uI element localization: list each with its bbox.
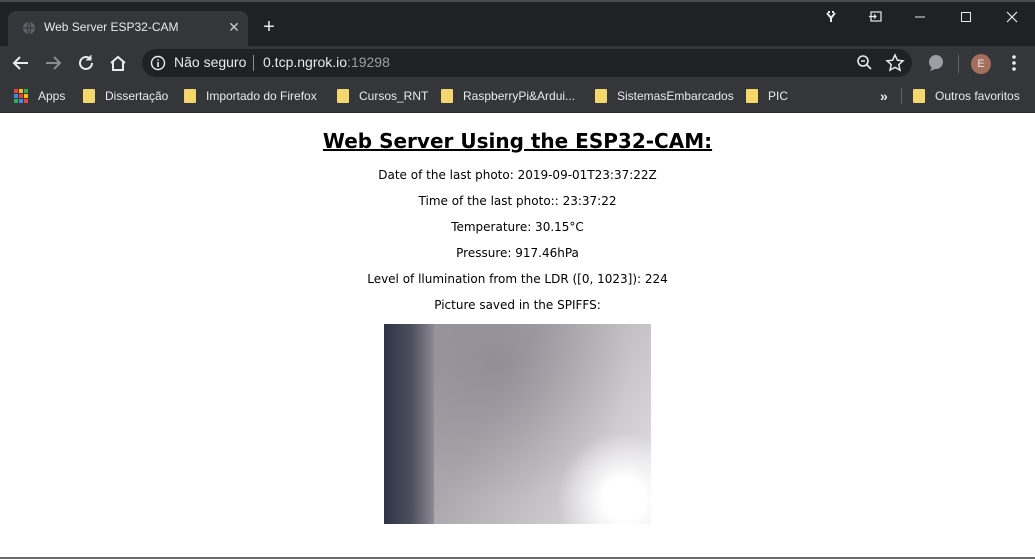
bookmark-label: PIC xyxy=(768,89,789,103)
bookmarks-bar: Apps Dissertação Importado do Firefox Cu… xyxy=(0,80,1035,113)
bookmark-label: Importado do Firefox xyxy=(206,89,317,103)
zoom-icon[interactable] xyxy=(854,52,876,74)
bookmark-folder-importado[interactable]: Importado do Firefox xyxy=(184,80,317,112)
bookmark-folder-raspberrypi[interactable]: RaspberryPi&Ardui... xyxy=(441,80,575,112)
bookmark-folder-other[interactable]: Outros favoritos xyxy=(913,80,1020,112)
window-top-edge xyxy=(0,0,1035,2)
apps-grid-icon xyxy=(14,89,28,103)
folder-icon xyxy=(595,89,607,103)
globe-icon xyxy=(23,21,35,35)
bookmarks-overflow-button[interactable]: » xyxy=(880,80,888,112)
photo-dark-edge xyxy=(384,324,434,524)
bookmark-folder-sistemas[interactable]: SistemasEmbarcados xyxy=(595,80,734,112)
tab-close-button[interactable]: ✕ xyxy=(226,19,242,35)
back-arrow-icon[interactable] xyxy=(10,52,32,74)
folder-icon xyxy=(337,89,349,103)
maximize-button[interactable] xyxy=(953,5,979,29)
toolbar-divider xyxy=(958,55,959,73)
bookmark-label: SistemasEmbarcados xyxy=(617,89,734,103)
camera-photo xyxy=(384,324,651,524)
bookmark-apps-label: Apps xyxy=(38,89,66,103)
url-text[interactable]: 0.tcp.ngrok.io:19298 xyxy=(263,54,390,70)
last-photo-time: Time of the last photo:: 23:37:22 xyxy=(418,194,617,208)
page-content: Web Server Using the ESP32-CAM: Date of … xyxy=(0,113,1035,559)
extension-bubble-icon[interactable] xyxy=(925,52,947,74)
folder-icon xyxy=(441,89,453,103)
bookmark-folder-pic[interactable]: PIC xyxy=(746,80,788,112)
tab-search-icon[interactable] xyxy=(863,5,889,29)
browser-chrome: Web Server ESP32-CAM ✕ + Não seguro 0.tc… xyxy=(0,0,1035,113)
photo-light-glare xyxy=(554,434,651,524)
tab-strip: Web Server ESP32-CAM ✕ + xyxy=(0,0,1035,46)
bookmark-folder-cursos[interactable]: Cursos_RNT xyxy=(337,80,428,112)
bookmark-folder-dissertacao[interactable]: Dissertação xyxy=(83,80,168,112)
reload-icon[interactable] xyxy=(75,52,97,74)
forward-arrow-icon[interactable] xyxy=(42,52,64,74)
ldr-reading: Level of llumination from the LDR ([0, 1… xyxy=(367,272,668,286)
home-icon[interactable] xyxy=(107,52,129,74)
temperature-reading: Temperature: 30.15°C xyxy=(451,220,584,234)
bookmark-star-icon[interactable] xyxy=(884,52,906,74)
bookmark-apps[interactable]: Apps xyxy=(14,80,65,112)
folder-icon xyxy=(83,89,95,103)
url-port: :19298 xyxy=(347,54,390,70)
menu-kebab-icon[interactable] xyxy=(1003,52,1025,74)
address-bar[interactable]: Não seguro 0.tcp.ngrok.io:19298 xyxy=(142,49,912,77)
address-separator xyxy=(253,55,254,71)
pressure-reading: Pressure: 917.46hPa xyxy=(456,246,579,260)
bookmark-label: Cursos_RNT xyxy=(359,89,429,103)
folder-icon xyxy=(913,89,925,103)
info-icon[interactable] xyxy=(150,55,166,71)
bookmark-label: Dissertação xyxy=(105,89,169,103)
url-host: 0.tcp.ngrok.io xyxy=(263,54,348,70)
page-title: Web Server Using the ESP32-CAM: xyxy=(322,129,713,153)
bookmark-label: RaspberryPi&Ardui... xyxy=(463,89,576,103)
tab-active[interactable]: Web Server ESP32-CAM ✕ xyxy=(8,11,248,46)
navigation-toolbar: Não seguro 0.tcp.ngrok.io:19298 E xyxy=(0,46,1035,80)
spiffs-caption: Picture saved in the SPIFFS: xyxy=(434,298,601,312)
profile-avatar[interactable]: E xyxy=(971,54,991,74)
bookmarks-divider xyxy=(901,88,902,104)
close-window-button[interactable] xyxy=(999,5,1025,29)
last-photo-date: Date of the last photo: 2019-09-01T23:37… xyxy=(378,168,657,182)
folder-icon xyxy=(184,89,196,103)
security-status-label[interactable]: Não seguro xyxy=(174,54,246,70)
folder-icon xyxy=(746,89,758,103)
tab-title: Web Server ESP32-CAM xyxy=(44,20,179,34)
new-tab-button[interactable]: + xyxy=(258,16,280,38)
minimize-button[interactable] xyxy=(907,5,933,29)
bookmark-label: Outros favoritos xyxy=(935,89,1020,103)
extension-icon[interactable] xyxy=(818,5,844,29)
